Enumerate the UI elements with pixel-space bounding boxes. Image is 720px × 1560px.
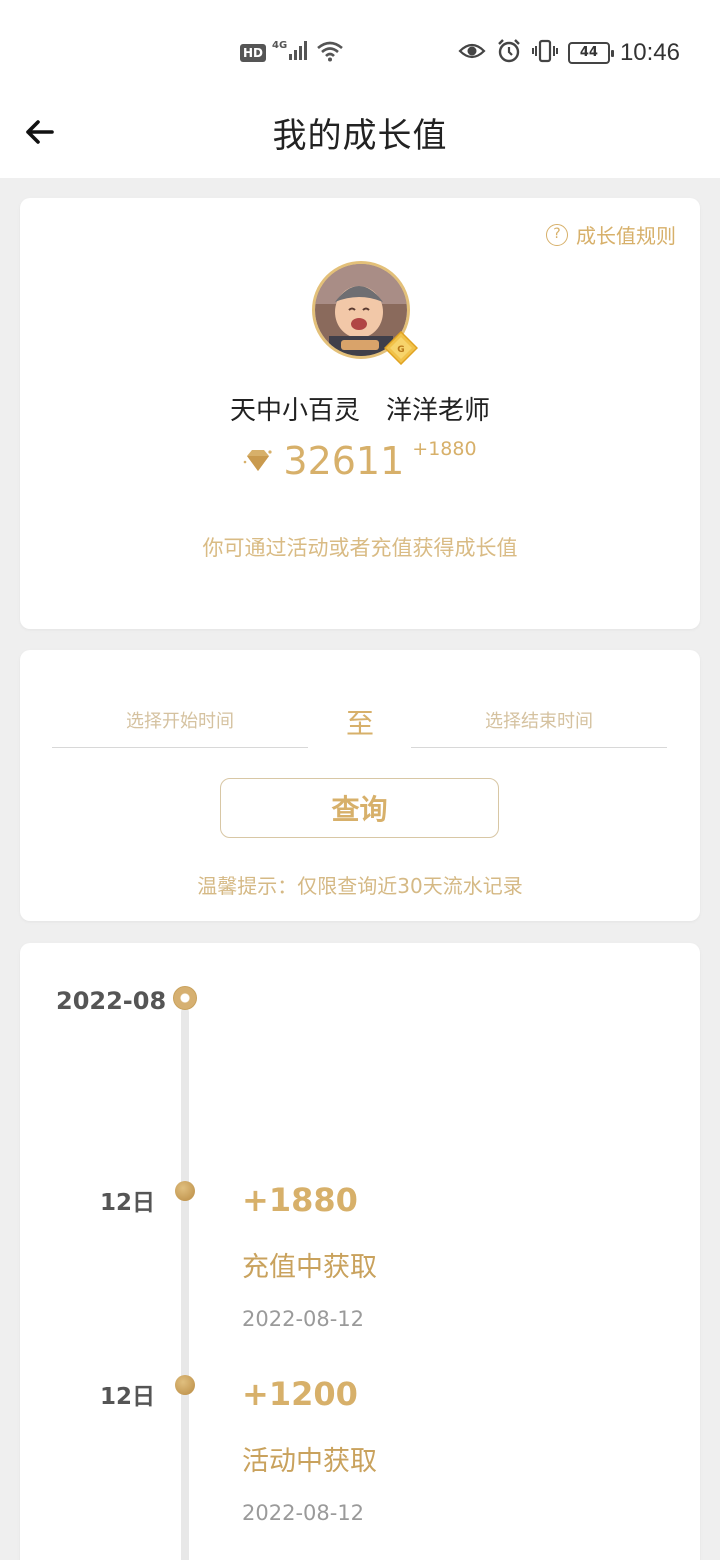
signal-icon: 4G [272,38,310,68]
profile-card: ? 成长值规则 G 天中小百灵 洋洋老师 32611 +1880 你可通过活动或… [20,198,700,629]
user-name: 天中小百灵 洋洋老师 [229,396,490,426]
timeline-month-dot [173,986,197,1010]
timeline-entry-date: 2022-08-12 [242,1501,365,1525]
query-card: 至 查询 温馨提示：仅限查询近30天流水记录 [20,650,700,921]
status-right: 44 10:46 [458,36,680,70]
timeline-entry-day: 12日 [100,1384,156,1410]
app-header: 我的成长值 [0,100,720,178]
start-date-input[interactable] [52,696,308,748]
page-title: 我的成长值 [272,116,448,156]
query-button[interactable]: 查询 [220,778,499,838]
timeline-entry-date: 2022-08-12 [242,1307,365,1331]
growth-hint: 你可通过活动或者充值获得成长值 [202,536,518,560]
query-tip: 温馨提示：仅限查询近30天流水记录 [197,874,523,898]
status-bar: HD 4G 44 10:46 [0,0,720,100]
alarm-icon [496,38,522,68]
timeline-entry-amount: +1200 [242,1375,358,1413]
end-date-input[interactable] [411,696,667,748]
avatar-container[interactable]: G [312,261,419,366]
diamond-icon [243,448,273,478]
network-type: 4G [272,40,287,51]
hd-badge: HD [240,44,267,62]
timeline-entry-amount: +1880 [242,1181,358,1219]
timeline-month: 2022-08 [56,987,167,1015]
timeline-entry-dot [175,1375,195,1395]
eye-icon [458,41,486,65]
status-time: 10:46 [619,39,680,66]
level-badge-icon: G [383,330,419,366]
timeline-entry-source: 活动中获取 [242,1446,377,1477]
battery-icon: 44 [567,42,614,64]
timeline-card: 2022-08 12日 +1880 充值中获取 2022-08-12 12日 +… [20,943,700,1560]
timeline-line [181,1008,189,1560]
timeline-entry-dot [175,1181,195,1201]
status-left: HD 4G [240,38,344,68]
growth-points-value: 32611 [283,439,405,483]
svg-text:G: G [397,345,404,355]
growth-points-row: 32611 +1880 [20,438,700,484]
timeline-entry-day: 12日 [100,1190,156,1216]
timeline-entry-source: 充值中获取 [242,1252,377,1283]
vibrate-icon [531,39,558,67]
growth-points-delta: +1880 [412,438,477,460]
date-range-separator: 至 [345,707,374,740]
growth-rules-label: 成长值规则 [576,224,676,248]
question-icon: ? [546,223,568,246]
growth-rules-link[interactable]: ? 成长值规则 [546,220,676,249]
wifi-icon [316,39,344,67]
